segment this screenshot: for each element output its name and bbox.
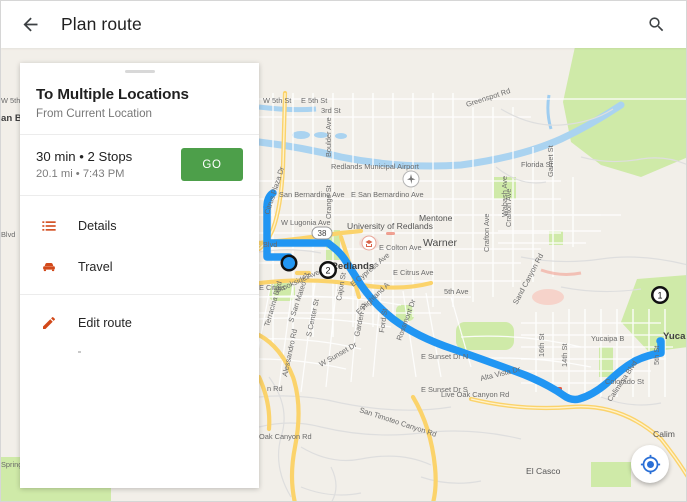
marker-stop-2: 2 bbox=[319, 261, 337, 279]
plan-route-screen: W 5th St E 5th St 3rd St W 5th St E 5th … bbox=[0, 0, 687, 502]
menu-item-edit-route-label: Edit route bbox=[78, 315, 132, 330]
menu-item-travel[interactable]: Travel bbox=[20, 246, 259, 287]
menu-item-details[interactable]: Details bbox=[20, 205, 259, 246]
menu-item-details-label: Details bbox=[78, 218, 117, 233]
page-title: Plan route bbox=[61, 14, 142, 34]
svg-text:Calim: Calim bbox=[653, 429, 675, 439]
eta-secondary: 20.1 mi • 7:43 PM bbox=[36, 168, 125, 180]
arrow-back-icon bbox=[23, 17, 37, 32]
svg-text:Redlands Municipal Airport: Redlands Municipal Airport bbox=[331, 162, 419, 171]
svg-text:16th St: 16th St bbox=[537, 334, 546, 357]
list-icon bbox=[38, 216, 60, 236]
menu-divider bbox=[20, 294, 259, 295]
svg-text:Crafton Ave: Crafton Ave bbox=[482, 214, 491, 252]
svg-text:San Bernardino Ave: San Bernardino Ave bbox=[279, 190, 345, 199]
svg-text:Crafton Ave: Crafton Ave bbox=[504, 189, 513, 227]
svg-text:2: 2 bbox=[325, 266, 330, 276]
svg-text:Blvd: Blvd bbox=[263, 240, 277, 249]
svg-text:E Citrus Ave: E Citrus Ave bbox=[393, 268, 434, 277]
svg-text:E 5th St: E 5th St bbox=[301, 96, 327, 105]
svg-text:E Citrus: E Citrus bbox=[259, 283, 286, 292]
svg-text:El Casco: El Casco bbox=[526, 466, 561, 476]
panel-empty-area bbox=[20, 343, 259, 488]
svg-text:14th St: 14th St bbox=[560, 344, 569, 367]
eta-primary: 30 min • 2 Stops bbox=[36, 149, 133, 164]
marker-origin bbox=[280, 254, 298, 272]
svg-text:Boulder Ave: Boulder Ave bbox=[324, 117, 333, 157]
origin-subtitle: From Current Location bbox=[36, 107, 152, 120]
back-button[interactable] bbox=[9, 4, 51, 46]
svg-text:W 5th St: W 5th St bbox=[263, 96, 291, 105]
app-header: Plan route bbox=[1, 1, 686, 48]
eta-row: 30 min • 2 Stops 20.1 mi • 7:43 PM GO bbox=[20, 135, 259, 196]
university-icon bbox=[361, 235, 377, 251]
svg-text:1: 1 bbox=[657, 291, 662, 301]
panel-menu: Details Travel Edit route bbox=[20, 196, 259, 343]
pencil-icon bbox=[38, 313, 60, 333]
search-button[interactable] bbox=[637, 6, 675, 44]
marker-stop-1: 1 bbox=[651, 286, 669, 304]
route-summary-panel: To Multiple Locations From Current Locat… bbox=[20, 63, 259, 488]
svg-text:E San Bernardino Ave: E San Bernardino Ave bbox=[351, 190, 424, 199]
go-button[interactable]: GO bbox=[181, 148, 243, 181]
svg-text:W Lugonia Ave: W Lugonia Ave bbox=[281, 218, 331, 227]
svg-text:University of Redlands: University of Redlands bbox=[347, 221, 433, 231]
svg-text:Live Oak Canyon Rd: Live Oak Canyon Rd bbox=[441, 390, 509, 399]
svg-text:5th St: 5th St bbox=[652, 346, 661, 365]
svg-text:38: 38 bbox=[318, 229, 327, 238]
panel-header: To Multiple Locations From Current Locat… bbox=[20, 73, 259, 135]
svg-text:Yucaipa B: Yucaipa B bbox=[591, 334, 624, 343]
my-location-icon bbox=[640, 454, 660, 474]
svg-text:Yucaip: Yucaip bbox=[663, 331, 687, 342]
highway-shield-38: 38 bbox=[311, 226, 333, 240]
svg-text:Blvd: Blvd bbox=[1, 230, 15, 239]
svg-text:an B: an B bbox=[1, 113, 22, 124]
eta-text-group: 30 min • 2 Stops 20.1 mi • 7:43 PM bbox=[36, 149, 181, 180]
menu-item-travel-label: Travel bbox=[78, 259, 113, 274]
panel-artifact bbox=[78, 351, 81, 353]
menu-item-edit-route[interactable]: Edit route bbox=[20, 302, 259, 343]
svg-text:E Sunset Dr N: E Sunset Dr N bbox=[421, 352, 468, 361]
svg-text:Warner: Warner bbox=[423, 237, 458, 249]
svg-text:3rd St: 3rd St bbox=[321, 106, 341, 115]
svg-text:n Rd: n Rd bbox=[267, 384, 283, 393]
destination-title: To Multiple Locations bbox=[36, 86, 189, 103]
search-icon bbox=[648, 17, 663, 32]
my-location-button[interactable] bbox=[631, 445, 669, 483]
car-icon bbox=[38, 257, 60, 277]
svg-text:5th Ave: 5th Ave bbox=[444, 287, 469, 296]
svg-text:Garnet St: Garnet St bbox=[546, 145, 555, 177]
airport-icon bbox=[402, 170, 420, 188]
svg-text:Oak Canyon Rd: Oak Canyon Rd bbox=[259, 432, 312, 441]
